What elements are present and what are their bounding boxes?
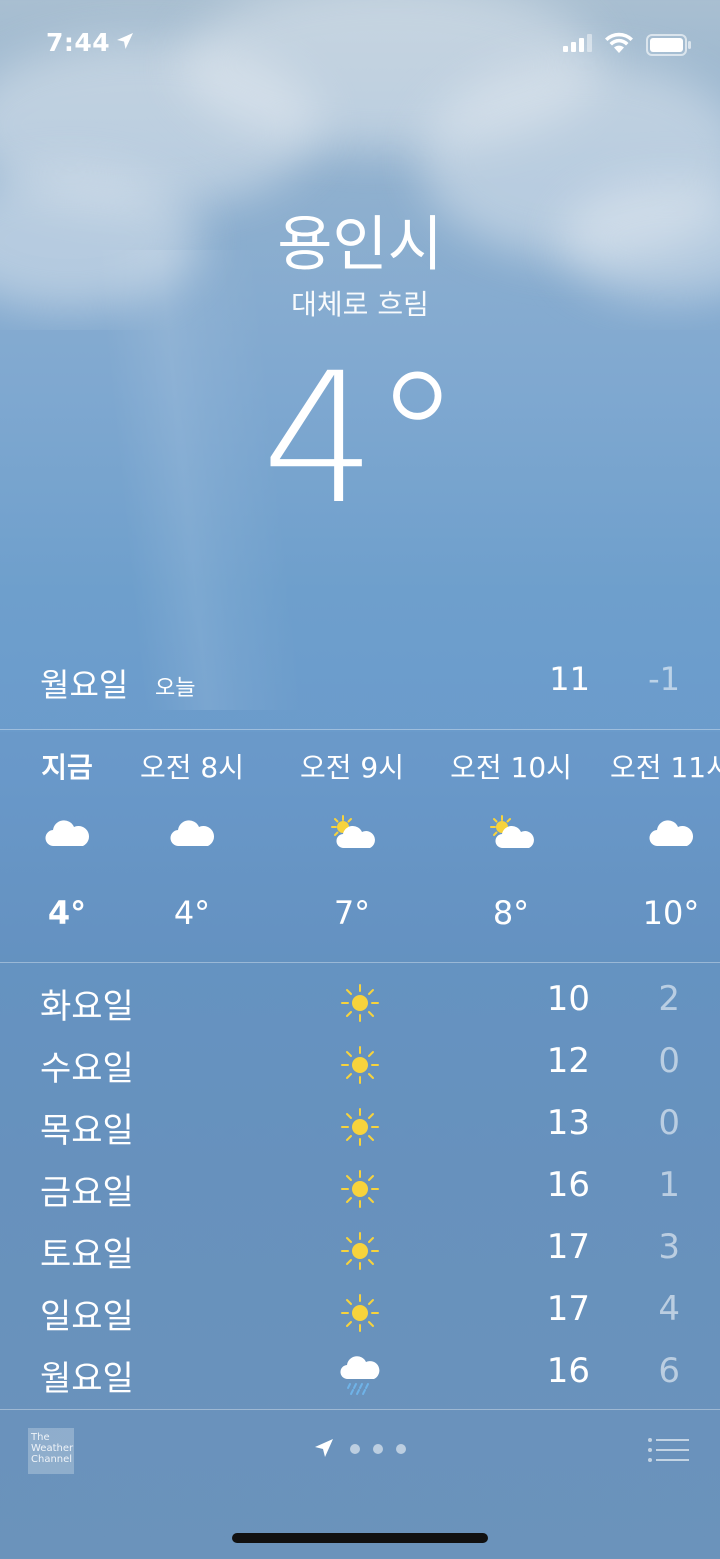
city-name: 용인시 — [277, 210, 443, 280]
daily-low: 4 — [658, 1289, 680, 1329]
daily-day: 목요일 — [40, 1111, 134, 1151]
cloud-icon — [42, 814, 92, 854]
hour-time: 오전 11시 — [610, 751, 720, 784]
daily-low: 0 — [658, 1041, 680, 1081]
daily-high: 12 — [546, 1041, 590, 1081]
weather-condition: 대체로 흐림 — [291, 288, 429, 321]
today-low: -1 — [648, 660, 680, 698]
location-arrow-icon — [116, 32, 134, 54]
sun-icon — [338, 981, 382, 1025]
sun-icon — [338, 1291, 382, 1335]
sun-icon — [338, 1229, 382, 1273]
hour-time: 오전 9시 — [300, 751, 404, 784]
wifi-icon — [604, 32, 634, 58]
weather-channel-logo[interactable]: The Weather Channel — [28, 1428, 74, 1474]
partly-sunny-icon — [486, 814, 536, 854]
daily-low: 6 — [658, 1351, 680, 1391]
daily-day: 일요일 — [40, 1297, 134, 1337]
divider — [0, 962, 720, 963]
daily-high: 16 — [546, 1351, 590, 1391]
daily-high: 13 — [546, 1103, 590, 1143]
daily-day: 토요일 — [40, 1235, 134, 1275]
daily-row: 화요일 10 2 — [0, 965, 720, 1027]
list-icon[interactable] — [647, 1436, 691, 1468]
divider — [0, 729, 720, 730]
daily-low: 1 — [658, 1165, 680, 1205]
sun-icon — [338, 1105, 382, 1149]
daily-row: 토요일 17 3 — [0, 1213, 720, 1275]
daily-day: 금요일 — [40, 1173, 134, 1213]
hour-temp: 4° — [173, 894, 211, 932]
today-summary: 월요일 오늘 11 -1 — [0, 660, 720, 710]
hour-temp: 10° — [642, 894, 700, 932]
battery-icon — [646, 34, 692, 60]
hour-time: 오전 10시 — [450, 751, 572, 784]
daily-low: 2 — [658, 979, 680, 1019]
home-indicator[interactable] — [232, 1533, 488, 1543]
hour-time: 오전 8시 — [140, 751, 244, 784]
location-header: 용인시 대체로 흐림 — [0, 205, 720, 325]
page-indicator[interactable] — [313, 1436, 413, 1466]
rain-cloud-icon — [338, 1353, 382, 1397]
cloud-icon — [646, 814, 696, 854]
daily-row: 수요일 12 0 — [0, 1027, 720, 1089]
current-temperature: 4° — [261, 335, 463, 544]
daily-low: 3 — [658, 1227, 680, 1267]
daily-high: 16 — [546, 1165, 590, 1205]
sun-icon — [338, 1167, 382, 1211]
today-label: 오늘 — [155, 676, 196, 701]
daily-row: 월요일 16 6 — [0, 1337, 720, 1399]
partly-sunny-icon — [327, 814, 377, 854]
cloud-icon — [167, 814, 217, 854]
daily-day: 월요일 — [40, 1359, 134, 1399]
daily-high: 17 — [546, 1289, 590, 1329]
today-high: 11 — [549, 660, 590, 698]
cellular-signal-icon — [563, 34, 593, 56]
hour-temp: 7° — [333, 894, 371, 932]
daily-row: 금요일 16 1 — [0, 1151, 720, 1213]
daily-high: 17 — [546, 1227, 590, 1267]
today-day: 월요일 — [40, 666, 129, 704]
daily-row: 목요일 13 0 — [0, 1089, 720, 1151]
daily-high: 10 — [546, 979, 590, 1019]
daily-row: 일요일 17 4 — [0, 1275, 720, 1337]
daily-day: 수요일 — [40, 1049, 134, 1089]
daily-low: 0 — [658, 1103, 680, 1143]
status-time: 7:44 — [46, 28, 111, 57]
hourly-forecast[interactable]: 지금 4° 오전 8시 4° 오전 9시 7° 오전 10시 8° 오전 11시… — [0, 732, 720, 962]
status-bar: 7:44 — [0, 28, 720, 62]
daily-day: 화요일 — [40, 987, 134, 1027]
sun-icon — [338, 1043, 382, 1087]
hour-temp: 8° — [492, 894, 530, 932]
